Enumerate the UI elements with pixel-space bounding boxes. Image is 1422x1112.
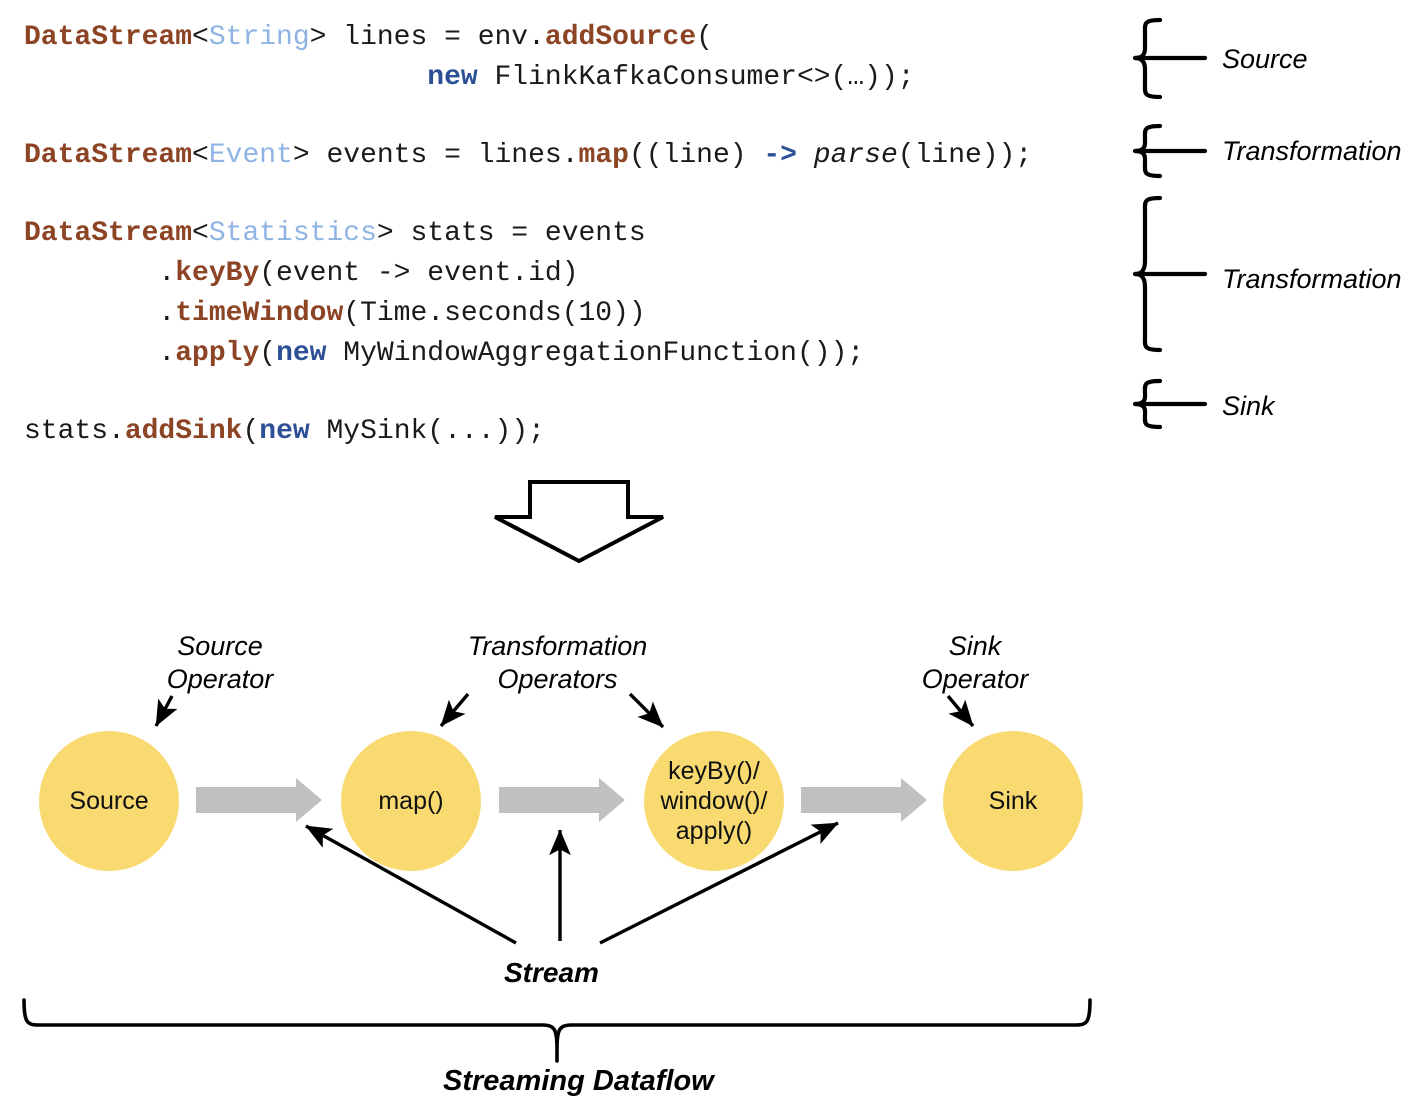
code-token: new <box>259 416 310 447</box>
node-keyby-window-apply[interactable]: keyBy()/ window()/ apply() <box>644 731 784 871</box>
callout-arrow-source <box>154 695 178 727</box>
callout-arrow-window <box>628 692 665 729</box>
code-token: keyBy <box>175 258 260 289</box>
code-line-11: stats.addSink(new MySink(...)); <box>24 412 1134 452</box>
callout-transformation-operators-line2: Operators <box>497 664 618 694</box>
code-token: Statistics <box>208 218 377 249</box>
code-token: ( <box>259 338 277 369</box>
code-token: (Time.seconds(10)) <box>343 298 646 329</box>
node-source[interactable]: Source <box>39 731 179 871</box>
node-keyby-window-apply-label: keyBy()/ window()/ apply() <box>660 757 768 845</box>
diagram-canvas: DataStream<String> lines = env.addSource… <box>0 0 1422 1112</box>
code-line-2: new FlinkKafkaConsumer<>(…)); <box>24 58 1134 98</box>
code-line-7: .keyBy(event -> event.id) <box>24 254 1134 294</box>
code-token: addSource <box>544 22 697 53</box>
code-token: < <box>192 22 209 53</box>
callout-sink-operator: Sink Operator <box>910 630 1040 696</box>
callout-arrow-sink <box>946 694 975 728</box>
code-token: ( <box>242 416 260 447</box>
code-token: ( <box>696 22 713 53</box>
code-token: > stats = events <box>376 218 646 249</box>
code-token: FlinkKafkaConsumer<>(…)); <box>477 62 915 93</box>
code-token: MyWindowAggregationFunction()); <box>326 338 865 369</box>
callout-source-operator-line2: Operator <box>166 664 274 694</box>
callout-source-operator: Source Operator <box>155 630 285 696</box>
code-token: < <box>192 140 209 171</box>
code-line-1: DataStream<String> lines = env.addSource… <box>24 18 1134 58</box>
brace-label-sink: Sink <box>1222 391 1275 421</box>
code-token: > events = lines. <box>292 140 579 171</box>
code-token: -> <box>763 140 797 171</box>
node-sink-label: Sink <box>988 787 1038 815</box>
stream-arrow-window-to-sink <box>801 778 927 822</box>
code-token: apply <box>175 338 260 369</box>
callout-sink-operator-line1: Sink <box>948 631 1002 661</box>
code-token: parse <box>813 140 898 171</box>
brace-label-transformation-map: Transformation <box>1222 136 1402 166</box>
stream-label: Stream <box>504 957 599 988</box>
code-token: String <box>208 22 310 53</box>
code-token: (line)); <box>897 140 1033 171</box>
code-line-4: DataStream<Event> events = lines.map((li… <box>24 136 1134 176</box>
callout-sink-operator-line2: Operator <box>921 664 1029 694</box>
brace-label-transformation-window: Transformation <box>1222 264 1402 294</box>
code-snippet: DataStream<String> lines = env.addSource… <box>24 18 1134 452</box>
brace-streaming-dataflow <box>22 998 1092 1063</box>
callout-transformation-operators-line1: Transformation <box>467 631 648 661</box>
code-line-9: .apply(new MyWindowAggregationFunction()… <box>24 334 1134 374</box>
code-token: DataStream <box>24 218 193 249</box>
code-token: . <box>24 338 176 369</box>
code-token: timeWindow <box>175 298 344 329</box>
code-token: > lines = env. <box>309 22 545 53</box>
streaming-dataflow-label: Streaming Dataflow <box>443 1065 714 1097</box>
code-token: . <box>24 258 176 289</box>
code-token: new <box>427 62 478 93</box>
brace-transformation-map <box>1132 123 1208 179</box>
code-token: (event -> event.id) <box>259 258 579 289</box>
code-token: DataStream <box>24 140 193 171</box>
brace-label-source: Source <box>1222 44 1308 74</box>
stream-arrow-map-to-window <box>499 778 625 822</box>
brace-transformation-window <box>1132 195 1208 353</box>
code-token: Event <box>208 140 293 171</box>
node-source-label: Source <box>69 787 149 815</box>
code-token: < <box>192 218 209 249</box>
brace-sink <box>1132 378 1208 430</box>
code-token: . <box>24 298 176 329</box>
code-line-8: .timeWindow(Time.seconds(10)) <box>24 294 1134 334</box>
node-map-label: map() <box>378 787 444 815</box>
code-token: new <box>276 338 327 369</box>
code-token: ((line) <box>628 140 764 171</box>
code-token: addSink <box>124 416 243 447</box>
code-line-6: DataStream<Statistics> stats = events <box>24 214 1134 254</box>
brace-source <box>1132 17 1208 100</box>
down-arrow-icon <box>494 480 664 564</box>
code-token: map <box>578 140 629 171</box>
callout-transformation-operators: Transformation Operators <box>455 630 660 696</box>
node-map[interactable]: map() <box>341 731 481 871</box>
code-token: stats. <box>24 416 125 447</box>
node-sink[interactable]: Sink <box>943 731 1083 871</box>
code-token: DataStream <box>24 22 193 53</box>
stream-arrow-source-to-map <box>196 778 322 822</box>
callout-arrow-map <box>439 692 470 728</box>
code-token: MySink(...)); <box>309 416 545 447</box>
callout-source-operator-line1: Source <box>177 631 263 661</box>
